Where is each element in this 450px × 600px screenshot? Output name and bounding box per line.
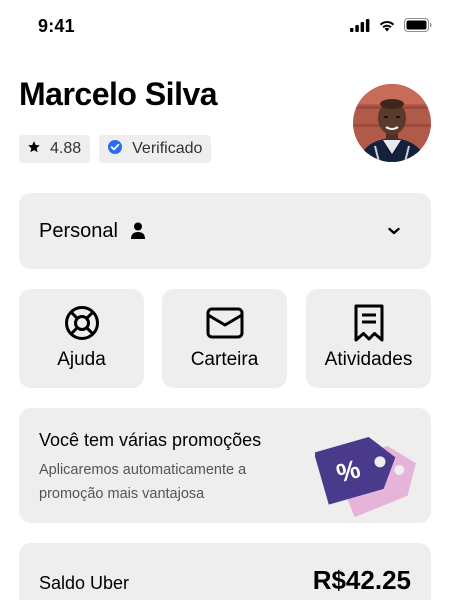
promo-title: Você tem várias promoções (39, 430, 262, 450)
receipt-icon (354, 303, 384, 343)
avatar[interactable] (353, 84, 431, 162)
promo-card[interactable]: Você tem várias promoções Aplicaremos au… (19, 408, 431, 523)
uber-balance-card[interactable]: Saldo Uber R$42.25 (19, 543, 431, 600)
rating-badge: 4.88 (19, 135, 91, 163)
profile-selector[interactable]: Personal (19, 193, 431, 269)
profile-badges: 4.88 Verificado (19, 135, 212, 163)
activities-label: Atividades (324, 349, 413, 370)
balance-value: R$42.25 (312, 565, 411, 595)
cellular-signal-icon (350, 18, 370, 37)
chevron-down-icon[interactable] (387, 223, 401, 241)
wallet-icon (206, 303, 244, 343)
status-icons (350, 18, 432, 37)
help-button[interactable]: Ajuda (19, 289, 144, 388)
star-icon (27, 140, 41, 159)
wifi-icon (378, 19, 396, 37)
promo-description: Aplicaremos automaticamente a promoção m… (39, 462, 247, 502)
balance-label: Saldo Uber (39, 573, 130, 593)
activities-button[interactable]: Atividades (306, 289, 431, 388)
user-name: Marcelo Silva (19, 76, 218, 112)
promo-tag-icon: % (313, 424, 420, 523)
wallet-label: Carteira (190, 349, 259, 370)
rating-value: 4.88 (50, 140, 82, 157)
status-time: 9:41 (38, 16, 75, 36)
verified-check-icon (107, 139, 123, 160)
profile-selector-label: Personal (39, 219, 118, 242)
lifebuoy-icon (64, 303, 100, 343)
status-bar: 9:41 (0, 0, 450, 52)
person-icon (130, 222, 146, 240)
wallet-button[interactable]: Carteira (162, 289, 287, 388)
help-label: Ajuda (57, 349, 106, 370)
verified-label: Verificado (132, 140, 203, 157)
battery-icon (404, 18, 432, 37)
verified-badge: Verificado (99, 135, 212, 163)
